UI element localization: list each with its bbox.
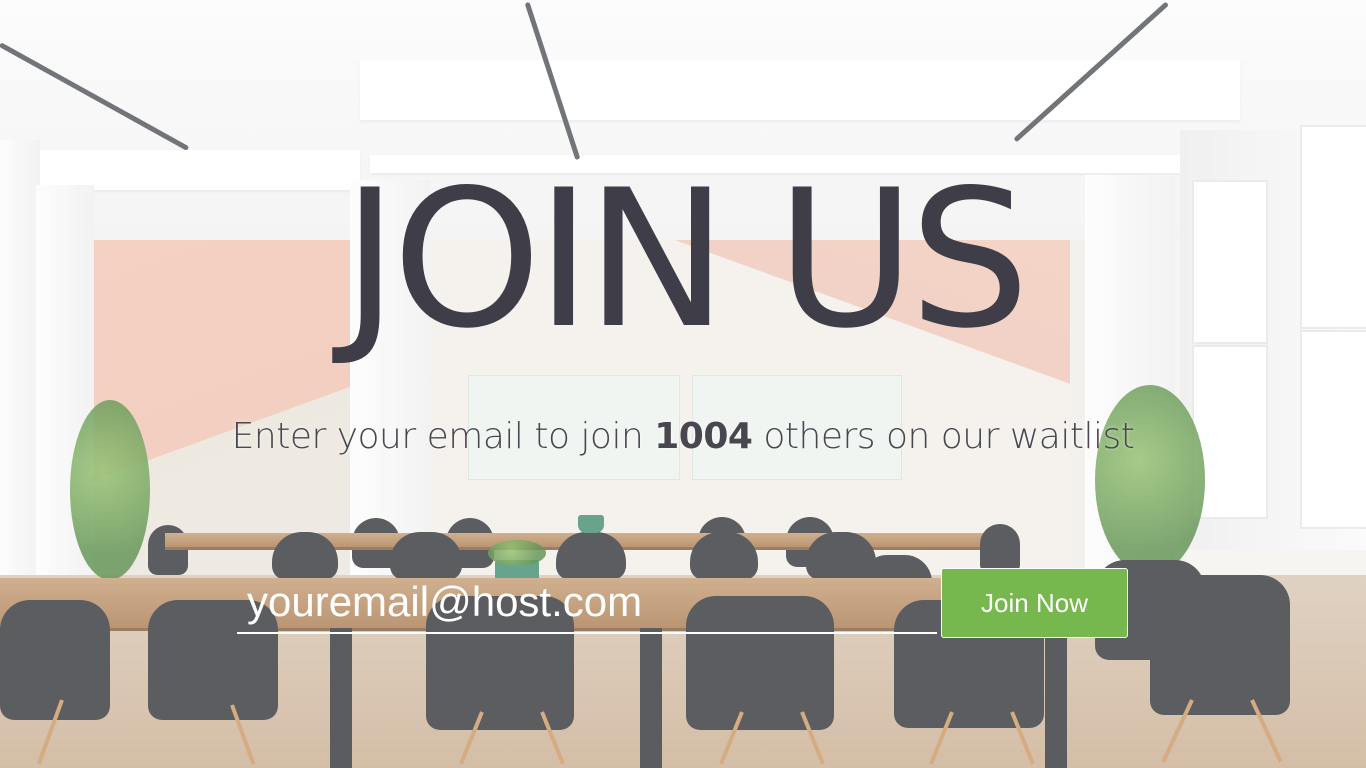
email-input[interactable] (237, 572, 937, 634)
waitlist-count: 1004 (654, 416, 753, 457)
join-now-button[interactable]: Join Now (941, 568, 1128, 638)
subtitle-text-after: others on our waitlist (752, 416, 1135, 457)
photo-overlay (0, 0, 1366, 768)
subtitle-text-before: Enter your email to join (231, 416, 655, 457)
waitlist-subtitle: Enter your email to join 1004 others on … (0, 414, 1366, 460)
page-title: JOIN US (342, 149, 1030, 370)
background-photo-office (0, 0, 1366, 768)
